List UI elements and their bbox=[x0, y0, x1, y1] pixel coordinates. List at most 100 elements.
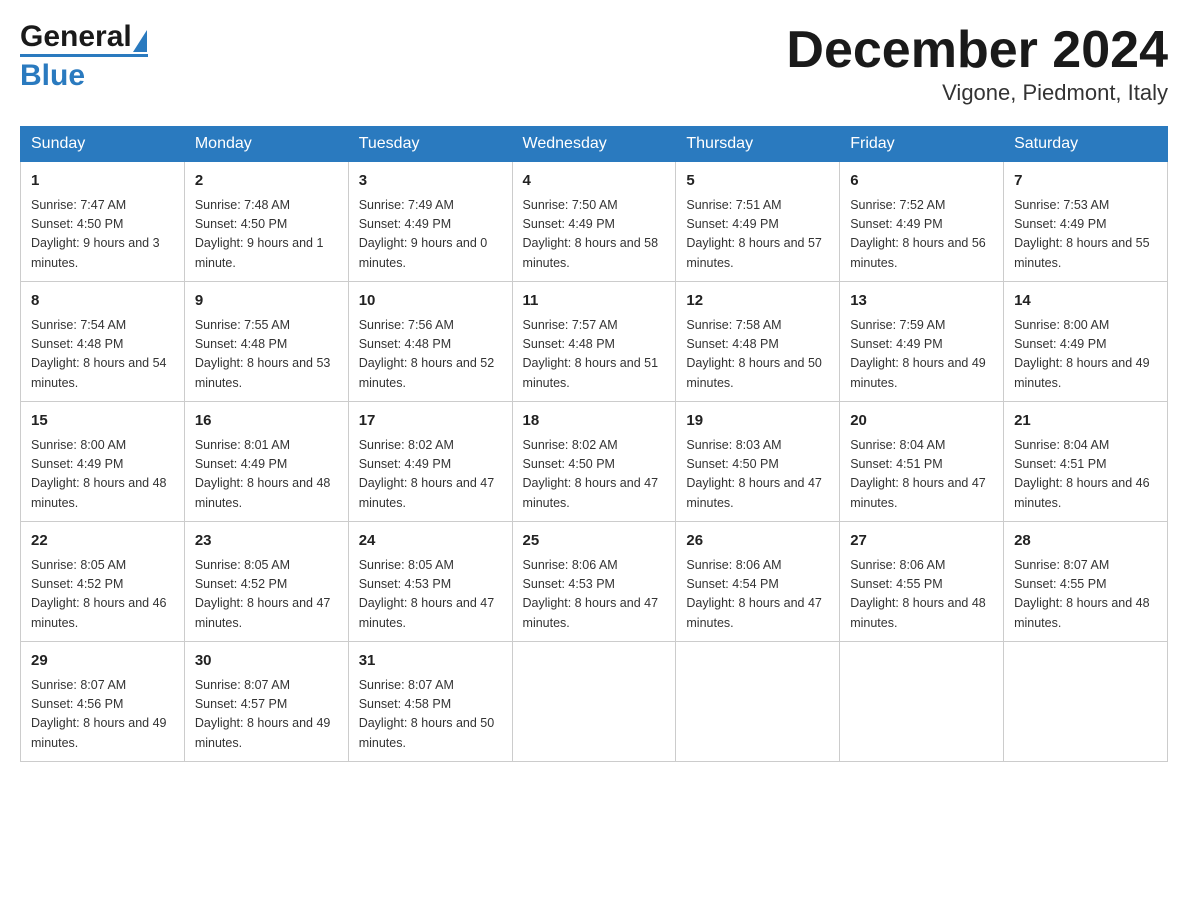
calendar-day-cell: 5 Sunrise: 7:51 AM Sunset: 4:49 PM Dayli… bbox=[676, 162, 840, 282]
logo: General Blue bbox=[20, 20, 148, 93]
calendar-day-cell: 27 Sunrise: 8:06 AM Sunset: 4:55 PM Dayl… bbox=[840, 522, 1004, 642]
month-year-title: December 2024 bbox=[786, 20, 1168, 80]
calendar-day-header: Tuesday bbox=[348, 127, 512, 162]
calendar-day-header: Thursday bbox=[676, 127, 840, 162]
calendar-header-row: SundayMondayTuesdayWednesdayThursdayFrid… bbox=[21, 127, 1168, 162]
day-info: Sunrise: 7:58 AM Sunset: 4:48 PM Dayligh… bbox=[686, 316, 829, 394]
day-number: 6 bbox=[850, 170, 993, 193]
day-number: 19 bbox=[686, 410, 829, 433]
calendar-day-cell bbox=[840, 642, 1004, 762]
calendar-week-row: 15 Sunrise: 8:00 AM Sunset: 4:49 PM Dayl… bbox=[21, 402, 1168, 522]
calendar-day-cell: 31 Sunrise: 8:07 AM Sunset: 4:58 PM Dayl… bbox=[348, 642, 512, 762]
day-info: Sunrise: 8:04 AM Sunset: 4:51 PM Dayligh… bbox=[850, 436, 993, 514]
calendar-day-cell: 10 Sunrise: 7:56 AM Sunset: 4:48 PM Dayl… bbox=[348, 282, 512, 402]
day-number: 30 bbox=[195, 650, 338, 673]
day-number: 23 bbox=[195, 530, 338, 553]
calendar-day-header: Friday bbox=[840, 127, 1004, 162]
page-header: General Blue December 2024 Vigone, Piedm… bbox=[20, 20, 1168, 106]
logo-blue-text: Blue bbox=[20, 59, 85, 93]
day-number: 13 bbox=[850, 290, 993, 313]
day-number: 11 bbox=[523, 290, 666, 313]
day-number: 16 bbox=[195, 410, 338, 433]
calendar-day-cell bbox=[676, 642, 840, 762]
day-info: Sunrise: 8:06 AM Sunset: 4:55 PM Dayligh… bbox=[850, 556, 993, 634]
calendar-day-cell: 21 Sunrise: 8:04 AM Sunset: 4:51 PM Dayl… bbox=[1004, 402, 1168, 522]
day-info: Sunrise: 8:07 AM Sunset: 4:57 PM Dayligh… bbox=[195, 676, 338, 754]
calendar-day-cell bbox=[512, 642, 676, 762]
day-info: Sunrise: 7:50 AM Sunset: 4:49 PM Dayligh… bbox=[523, 196, 666, 274]
calendar-day-cell: 3 Sunrise: 7:49 AM Sunset: 4:49 PM Dayli… bbox=[348, 162, 512, 282]
day-number: 29 bbox=[31, 650, 174, 673]
calendar-day-cell: 19 Sunrise: 8:03 AM Sunset: 4:50 PM Dayl… bbox=[676, 402, 840, 522]
day-info: Sunrise: 8:01 AM Sunset: 4:49 PM Dayligh… bbox=[195, 436, 338, 514]
day-number: 18 bbox=[523, 410, 666, 433]
calendar-day-header: Wednesday bbox=[512, 127, 676, 162]
day-info: Sunrise: 7:47 AM Sunset: 4:50 PM Dayligh… bbox=[31, 196, 174, 274]
title-block: December 2024 Vigone, Piedmont, Italy bbox=[786, 20, 1168, 106]
day-number: 14 bbox=[1014, 290, 1157, 313]
day-number: 1 bbox=[31, 170, 174, 193]
day-info: Sunrise: 8:06 AM Sunset: 4:53 PM Dayligh… bbox=[523, 556, 666, 634]
day-info: Sunrise: 7:55 AM Sunset: 4:48 PM Dayligh… bbox=[195, 316, 338, 394]
calendar-day-cell bbox=[1004, 642, 1168, 762]
day-info: Sunrise: 8:00 AM Sunset: 4:49 PM Dayligh… bbox=[1014, 316, 1157, 394]
day-number: 27 bbox=[850, 530, 993, 553]
calendar-day-cell: 1 Sunrise: 7:47 AM Sunset: 4:50 PM Dayli… bbox=[21, 162, 185, 282]
day-info: Sunrise: 7:48 AM Sunset: 4:50 PM Dayligh… bbox=[195, 196, 338, 274]
day-info: Sunrise: 8:07 AM Sunset: 4:55 PM Dayligh… bbox=[1014, 556, 1157, 634]
day-info: Sunrise: 7:57 AM Sunset: 4:48 PM Dayligh… bbox=[523, 316, 666, 394]
day-number: 2 bbox=[195, 170, 338, 193]
day-info: Sunrise: 8:06 AM Sunset: 4:54 PM Dayligh… bbox=[686, 556, 829, 634]
day-number: 5 bbox=[686, 170, 829, 193]
day-info: Sunrise: 8:07 AM Sunset: 4:58 PM Dayligh… bbox=[359, 676, 502, 754]
day-number: 25 bbox=[523, 530, 666, 553]
calendar-day-cell: 25 Sunrise: 8:06 AM Sunset: 4:53 PM Dayl… bbox=[512, 522, 676, 642]
day-info: Sunrise: 7:53 AM Sunset: 4:49 PM Dayligh… bbox=[1014, 196, 1157, 274]
calendar-day-header: Sunday bbox=[21, 127, 185, 162]
calendar-day-cell: 4 Sunrise: 7:50 AM Sunset: 4:49 PM Dayli… bbox=[512, 162, 676, 282]
calendar-day-cell: 14 Sunrise: 8:00 AM Sunset: 4:49 PM Dayl… bbox=[1004, 282, 1168, 402]
calendar-day-cell: 6 Sunrise: 7:52 AM Sunset: 4:49 PM Dayli… bbox=[840, 162, 1004, 282]
day-info: Sunrise: 7:56 AM Sunset: 4:48 PM Dayligh… bbox=[359, 316, 502, 394]
day-info: Sunrise: 8:04 AM Sunset: 4:51 PM Dayligh… bbox=[1014, 436, 1157, 514]
day-number: 21 bbox=[1014, 410, 1157, 433]
day-number: 4 bbox=[523, 170, 666, 193]
calendar-day-cell: 30 Sunrise: 8:07 AM Sunset: 4:57 PM Dayl… bbox=[184, 642, 348, 762]
day-number: 22 bbox=[31, 530, 174, 553]
calendar-day-cell: 8 Sunrise: 7:54 AM Sunset: 4:48 PM Dayli… bbox=[21, 282, 185, 402]
day-info: Sunrise: 7:54 AM Sunset: 4:48 PM Dayligh… bbox=[31, 316, 174, 394]
calendar-day-cell: 15 Sunrise: 8:00 AM Sunset: 4:49 PM Dayl… bbox=[21, 402, 185, 522]
calendar-day-cell: 11 Sunrise: 7:57 AM Sunset: 4:48 PM Dayl… bbox=[512, 282, 676, 402]
day-info: Sunrise: 7:51 AM Sunset: 4:49 PM Dayligh… bbox=[686, 196, 829, 274]
calendar-week-row: 29 Sunrise: 8:07 AM Sunset: 4:56 PM Dayl… bbox=[21, 642, 1168, 762]
day-info: Sunrise: 8:02 AM Sunset: 4:50 PM Dayligh… bbox=[523, 436, 666, 514]
calendar-day-cell: 12 Sunrise: 7:58 AM Sunset: 4:48 PM Dayl… bbox=[676, 282, 840, 402]
day-number: 28 bbox=[1014, 530, 1157, 553]
day-number: 15 bbox=[31, 410, 174, 433]
calendar-week-row: 8 Sunrise: 7:54 AM Sunset: 4:48 PM Dayli… bbox=[21, 282, 1168, 402]
day-info: Sunrise: 8:05 AM Sunset: 4:53 PM Dayligh… bbox=[359, 556, 502, 634]
calendar-day-cell: 20 Sunrise: 8:04 AM Sunset: 4:51 PM Dayl… bbox=[840, 402, 1004, 522]
day-info: Sunrise: 8:07 AM Sunset: 4:56 PM Dayligh… bbox=[31, 676, 174, 754]
calendar-day-cell: 28 Sunrise: 8:07 AM Sunset: 4:55 PM Dayl… bbox=[1004, 522, 1168, 642]
calendar-day-cell: 7 Sunrise: 7:53 AM Sunset: 4:49 PM Dayli… bbox=[1004, 162, 1168, 282]
calendar-day-cell: 29 Sunrise: 8:07 AM Sunset: 4:56 PM Dayl… bbox=[21, 642, 185, 762]
calendar-day-cell: 17 Sunrise: 8:02 AM Sunset: 4:49 PM Dayl… bbox=[348, 402, 512, 522]
calendar-day-cell: 22 Sunrise: 8:05 AM Sunset: 4:52 PM Dayl… bbox=[21, 522, 185, 642]
logo-triangle-icon bbox=[133, 30, 147, 52]
day-number: 17 bbox=[359, 410, 502, 433]
location-subtitle: Vigone, Piedmont, Italy bbox=[786, 80, 1168, 106]
day-info: Sunrise: 7:59 AM Sunset: 4:49 PM Dayligh… bbox=[850, 316, 993, 394]
calendar-week-row: 22 Sunrise: 8:05 AM Sunset: 4:52 PM Dayl… bbox=[21, 522, 1168, 642]
day-number: 10 bbox=[359, 290, 502, 313]
calendar-table: SundayMondayTuesdayWednesdayThursdayFrid… bbox=[20, 126, 1168, 762]
day-info: Sunrise: 8:05 AM Sunset: 4:52 PM Dayligh… bbox=[31, 556, 174, 634]
day-number: 7 bbox=[1014, 170, 1157, 193]
day-info: Sunrise: 7:49 AM Sunset: 4:49 PM Dayligh… bbox=[359, 196, 502, 274]
day-number: 31 bbox=[359, 650, 502, 673]
day-number: 8 bbox=[31, 290, 174, 313]
logo-general-text: General bbox=[20, 20, 132, 54]
day-info: Sunrise: 8:02 AM Sunset: 4:49 PM Dayligh… bbox=[359, 436, 502, 514]
calendar-day-header: Saturday bbox=[1004, 127, 1168, 162]
calendar-day-cell: 26 Sunrise: 8:06 AM Sunset: 4:54 PM Dayl… bbox=[676, 522, 840, 642]
